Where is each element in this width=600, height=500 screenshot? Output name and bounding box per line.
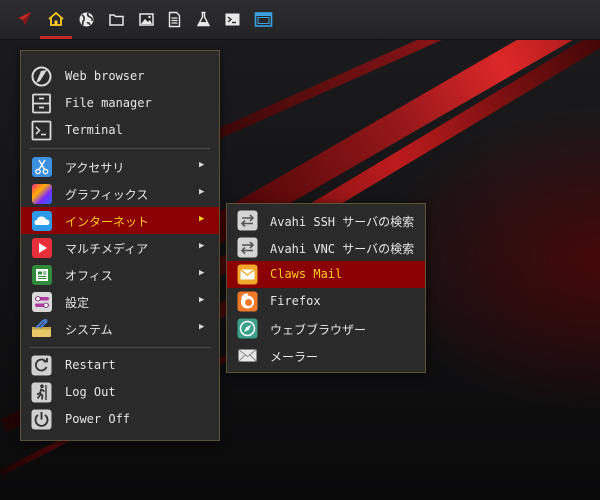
restart-icon — [31, 355, 52, 376]
submenu-arrow: ▶ — [199, 268, 205, 278]
submenu-item-label: ウェブブラウザー — [270, 323, 367, 337]
application-menu: Web browser File manager Terminal アクセサリ … — [20, 50, 220, 441]
submenu-item-claws-mail[interactable]: Claws Mail — [227, 261, 425, 288]
desktop-button[interactable] — [251, 6, 275, 32]
multimedia-icon — [31, 237, 52, 258]
submenu-item-label: Avahi VNC サーバの検索 — [270, 242, 415, 256]
office-icon — [31, 264, 52, 285]
submenu-item-label: メーラー — [270, 350, 319, 364]
launcher-button[interactable] — [12, 6, 36, 32]
menu-separator — [30, 347, 210, 348]
menu-item-graphics[interactable]: グラフィックス ▶ — [21, 180, 219, 207]
menu-item-label: 設定 — [65, 296, 90, 310]
file-manager-icon — [31, 93, 52, 114]
settings-icon — [31, 291, 52, 312]
menu-item-label: マルチメディア — [65, 242, 149, 256]
web-browser-compass-icon — [237, 318, 258, 339]
flask-icon — [196, 11, 210, 26]
submenu-item-mailer[interactable]: メーラー — [227, 342, 425, 369]
power-icon — [31, 409, 52, 430]
menu-item-label: グラフィックス — [65, 188, 149, 202]
menu-item-office[interactable]: オフィス ▶ — [21, 261, 219, 288]
menu-item-label: Log Out — [65, 385, 116, 399]
browser-button[interactable] — [74, 6, 98, 32]
submenu-item-web-browser[interactable]: ウェブブラウザー — [227, 315, 425, 342]
top-panel — [0, 0, 600, 40]
terminal-button[interactable] — [220, 6, 244, 32]
menu-item-multimedia[interactable]: マルチメディア ▶ — [21, 234, 219, 261]
science-button[interactable] — [191, 6, 215, 32]
submenu-item-avahi-vnc[interactable]: Avahi VNC サーバの検索 — [227, 234, 425, 261]
envelope-icon — [237, 345, 258, 366]
submenu-arrow: ▶ — [199, 214, 205, 224]
accessories-icon — [31, 156, 52, 177]
menu-item-label: Terminal — [65, 123, 123, 137]
submenu-item-label: Avahi SSH サーバの検索 — [270, 215, 415, 229]
menu-item-label: Web browser — [65, 69, 145, 83]
internet-submenu: Avahi SSH サーバの検索 Avahi VNC サーバの検索 Claws … — [226, 203, 426, 373]
menu-item-web-browser[interactable]: Web browser — [21, 63, 219, 90]
menu-item-label: アクセサリ — [65, 161, 125, 175]
avahi-icon — [237, 210, 258, 231]
firefox-icon — [237, 291, 258, 312]
menu-item-restart[interactable]: Restart — [21, 352, 219, 379]
menu-item-label: Power Off — [65, 412, 131, 426]
menu-item-label: インターネット — [65, 215, 150, 229]
folder-icon — [108, 13, 124, 26]
submenu-arrow: ▶ — [199, 187, 205, 197]
menu-item-power-off[interactable]: Power Off — [21, 406, 219, 433]
submenu-item-label: Firefox — [270, 294, 321, 308]
submenu-item-label: Claws Mail — [270, 267, 343, 281]
submenu-item-avahi-ssh[interactable]: Avahi SSH サーバの検索 — [227, 207, 425, 234]
active-indicator — [40, 36, 72, 39]
files-button[interactable] — [104, 6, 128, 32]
web-browser-icon — [31, 66, 52, 87]
menu-item-label: オフィス — [65, 269, 113, 283]
menu-item-label: Restart — [65, 358, 116, 372]
submenu-arrow: ▶ — [199, 322, 205, 332]
menu-item-label: File manager — [65, 96, 152, 110]
submenu-item-firefox[interactable]: Firefox — [227, 288, 425, 315]
menu-item-terminal[interactable]: Terminal — [21, 117, 219, 144]
system-icon — [31, 318, 52, 339]
document-icon — [168, 11, 180, 27]
menu-item-file-manager[interactable]: File manager — [21, 90, 219, 117]
documents-button[interactable] — [162, 6, 186, 32]
submenu-arrow: ▶ — [199, 295, 205, 305]
images-button[interactable] — [134, 6, 158, 32]
menu-item-label: システム — [65, 323, 113, 337]
menu-item-settings[interactable]: 設定 ▶ — [21, 288, 219, 315]
home-icon — [48, 11, 64, 26]
terminal-icon — [31, 120, 52, 141]
menu-item-system[interactable]: システム ▶ — [21, 315, 219, 342]
logout-icon — [31, 382, 52, 403]
image-icon — [138, 12, 154, 26]
globe-icon — [79, 12, 93, 26]
rocket-icon — [18, 12, 31, 25]
terminal-icon — [225, 13, 239, 25]
mail-icon — [237, 264, 258, 285]
window-icon — [254, 11, 272, 27]
submenu-arrow: ▶ — [199, 241, 205, 251]
menu-item-internet[interactable]: インターネット ▶ — [21, 207, 219, 234]
graphics-icon — [31, 183, 52, 204]
avahi-icon — [237, 237, 258, 258]
menu-item-log-out[interactable]: Log Out — [21, 379, 219, 406]
home-button[interactable] — [44, 6, 68, 32]
menu-item-accessories[interactable]: アクセサリ ▶ — [21, 153, 219, 180]
internet-icon — [31, 210, 52, 231]
submenu-arrow: ▶ — [199, 160, 205, 170]
menu-separator — [30, 148, 210, 149]
